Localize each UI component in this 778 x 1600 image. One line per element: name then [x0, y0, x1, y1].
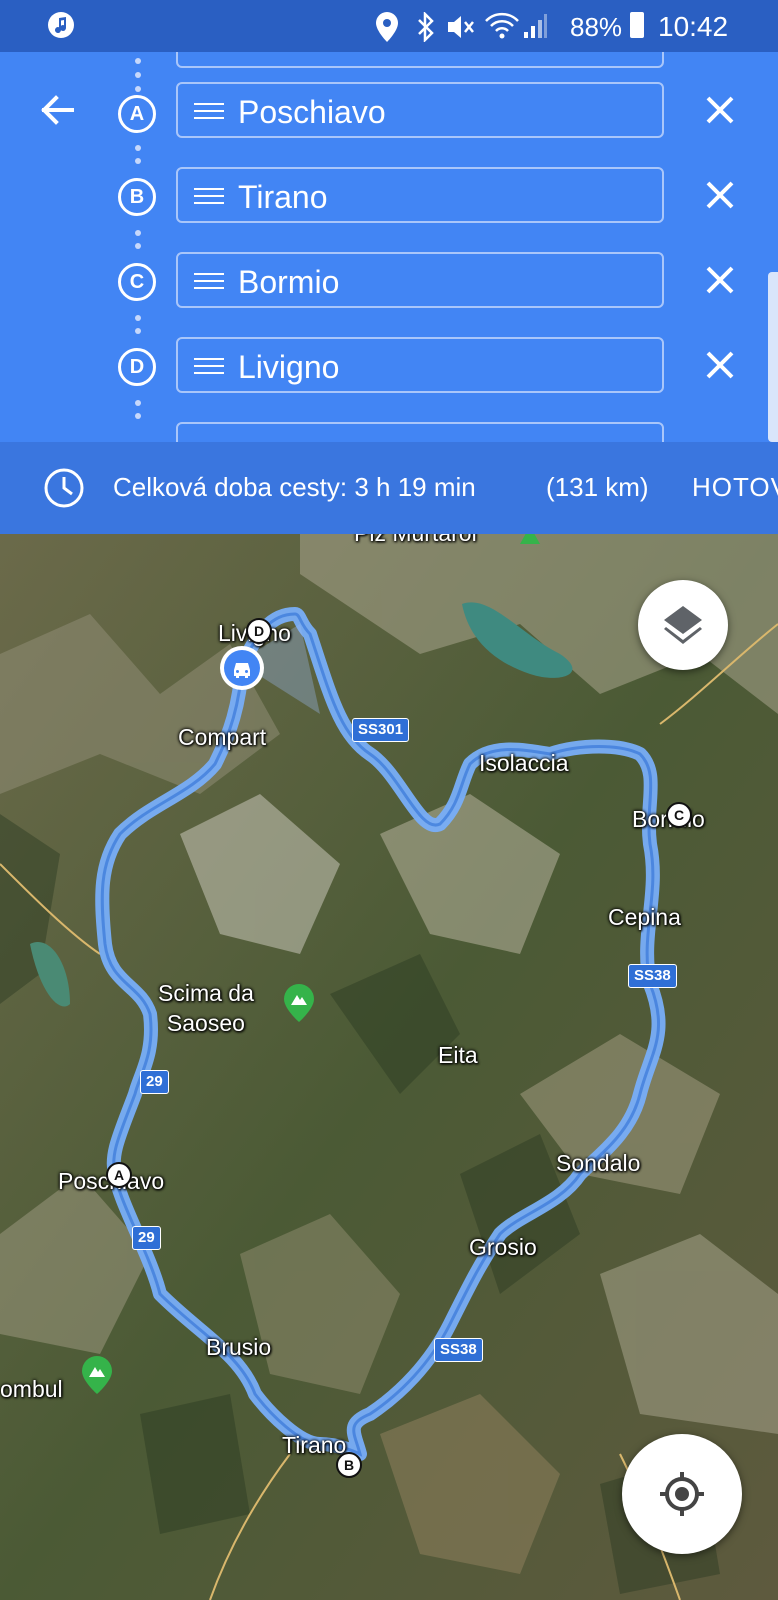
- map-view[interactable]: Piz Murtarol Livigno Compart Isolaccia B…: [0, 534, 778, 1600]
- drag-handle-icon[interactable]: [194, 103, 224, 119]
- close-icon[interactable]: [700, 175, 740, 215]
- route-connector-dot: [135, 230, 141, 236]
- road-shield: SS301: [352, 718, 410, 742]
- music-note-icon: [48, 12, 74, 38]
- location-icon: [376, 12, 398, 42]
- stop-marker-d: D: [118, 348, 156, 386]
- drag-handle-icon[interactable]: [194, 188, 224, 204]
- layers-icon: [664, 606, 702, 644]
- waypoint-marker-a[interactable]: A: [106, 1162, 132, 1188]
- stop-marker-a: A: [118, 95, 156, 133]
- map-label-grosio: Grosio: [469, 1234, 537, 1260]
- stop-name: Poschiavo: [238, 94, 386, 130]
- stop-marker-b: B: [118, 178, 156, 216]
- map-label-sondalo: Sondalo: [556, 1150, 641, 1176]
- road-shield: SS38: [628, 964, 677, 988]
- map-label-cepina: Cepina: [608, 904, 681, 930]
- close-icon[interactable]: [700, 90, 740, 130]
- total-travel-time: Celková doba cesty: 3 h 19 min: [113, 472, 476, 502]
- my-location-button[interactable]: [622, 1434, 742, 1554]
- battery-icon: [630, 12, 644, 38]
- stop-marker-c: C: [118, 263, 156, 301]
- mountain-peak-icon[interactable]: [284, 984, 314, 1022]
- stop-name: Tirano: [238, 179, 328, 215]
- waypoint-marker-c[interactable]: C: [666, 802, 692, 828]
- arrow-left-icon[interactable]: [34, 86, 84, 136]
- route-connector-dot: [135, 328, 141, 334]
- stop-field-next[interactable]: [176, 422, 664, 442]
- map-label-compart: Compart: [178, 724, 267, 750]
- layers-button[interactable]: [638, 580, 728, 670]
- road-shield: 29: [140, 1070, 169, 1094]
- clock-icon: [44, 468, 84, 508]
- route-connector-dot: [135, 315, 141, 321]
- map-label-brusio: Brusio: [206, 1334, 272, 1360]
- drag-handle-icon[interactable]: [194, 358, 224, 374]
- done-button[interactable]: HOTOVO: [692, 472, 778, 503]
- route-connector-dot: [135, 413, 141, 419]
- map-label-tirano: Tirano: [282, 1432, 347, 1458]
- route-connector-dot: [135, 400, 141, 406]
- route-connector-dot: [135, 145, 141, 151]
- stop-name: Livigno: [238, 349, 340, 385]
- map-label-isolaccia: Isolaccia: [479, 750, 569, 776]
- stop-field-previous[interactable]: [176, 52, 664, 68]
- map-label-piz-murtarol: Piz Murtarol: [354, 534, 477, 547]
- clock-time: 10:42: [658, 11, 729, 42]
- bluetooth-icon: [418, 12, 434, 42]
- stop-field-d[interactable]: Livigno: [176, 337, 664, 393]
- map-label-eita: Eita: [438, 1042, 478, 1068]
- route-connector-dot: [135, 86, 141, 92]
- route-connector-dot: [135, 243, 141, 249]
- total-distance: (131 km): [546, 472, 649, 502]
- waypoint-marker-b[interactable]: B: [336, 1452, 362, 1478]
- close-icon[interactable]: [700, 345, 740, 385]
- scroll-indicator[interactable]: [768, 272, 778, 442]
- mute-icon: [448, 16, 474, 38]
- close-icon[interactable]: [700, 260, 740, 300]
- drag-handle-icon[interactable]: [194, 273, 224, 289]
- wifi-icon: [485, 12, 519, 39]
- battery-percentage: 88%: [570, 12, 623, 42]
- map-label-combul: ombul: [0, 1376, 63, 1402]
- stop-name: Bormio: [238, 264, 340, 300]
- status-bar: 88% 10:42: [0, 0, 778, 52]
- route-connector-dot: [135, 58, 141, 64]
- stop-field-b[interactable]: Tirano: [176, 167, 664, 223]
- mountain-peak-icon[interactable]: [82, 1356, 112, 1394]
- car-location-icon[interactable]: [220, 646, 264, 690]
- route-connector-dot: [135, 158, 141, 164]
- crosshair-icon: [660, 1472, 704, 1516]
- stop-field-a[interactable]: Poschiavo: [176, 82, 664, 138]
- directions-header: A Poschiavo B Tirano C Bormio D Livigno: [0, 52, 778, 442]
- route-summary-bar: Celková doba cesty: 3 h 19 min (131 km) …: [0, 442, 778, 534]
- road-shield: SS38: [434, 1338, 483, 1362]
- route-connector-dot: [135, 72, 141, 78]
- stop-field-c[interactable]: Bormio: [176, 252, 664, 308]
- road-shield: 29: [132, 1226, 161, 1250]
- signal-icon: [524, 14, 547, 38]
- waypoint-marker-d[interactable]: D: [246, 618, 272, 644]
- map-label-scima-da-saoseo: Scima da Saoseo: [158, 980, 254, 1036]
